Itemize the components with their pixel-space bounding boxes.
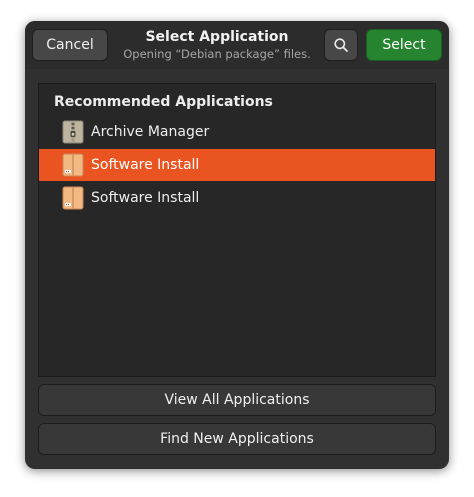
package-icon bbox=[62, 186, 84, 210]
package-icon bbox=[62, 153, 84, 177]
section-heading: Recommended Applications bbox=[54, 94, 273, 110]
list-item-software-install[interactable]: Software Install bbox=[39, 182, 435, 214]
header-titles: Select Application Opening “Debian packa… bbox=[115, 28, 319, 62]
view-all-applications-button[interactable]: View All Applications bbox=[38, 384, 436, 416]
list-item-label: Software Install bbox=[91, 157, 200, 173]
select-button[interactable]: Select bbox=[366, 29, 442, 61]
archive-manager-icon bbox=[62, 120, 84, 144]
list-item-label: Software Install bbox=[91, 190, 200, 206]
list-item-software-install-selected[interactable]: Software Install bbox=[39, 149, 435, 181]
search-icon bbox=[334, 38, 348, 52]
search-button[interactable] bbox=[324, 29, 358, 61]
recommended-applications-list: Recommended Applications Archive Manager… bbox=[38, 83, 436, 377]
list-item-label: Archive Manager bbox=[91, 124, 210, 140]
dialog-subtitle: Opening “Debian package” files. bbox=[123, 47, 311, 61]
dialog-title: Select Application bbox=[145, 29, 289, 45]
cancel-button[interactable]: Cancel bbox=[32, 29, 108, 61]
select-application-dialog: Cancel Select Application Opening “Debia… bbox=[25, 21, 449, 469]
list-item-archive-manager[interactable]: Archive Manager bbox=[39, 116, 435, 148]
header-bar: Cancel Select Application Opening “Debia… bbox=[25, 21, 449, 69]
find-new-applications-button[interactable]: Find New Applications bbox=[38, 423, 436, 455]
